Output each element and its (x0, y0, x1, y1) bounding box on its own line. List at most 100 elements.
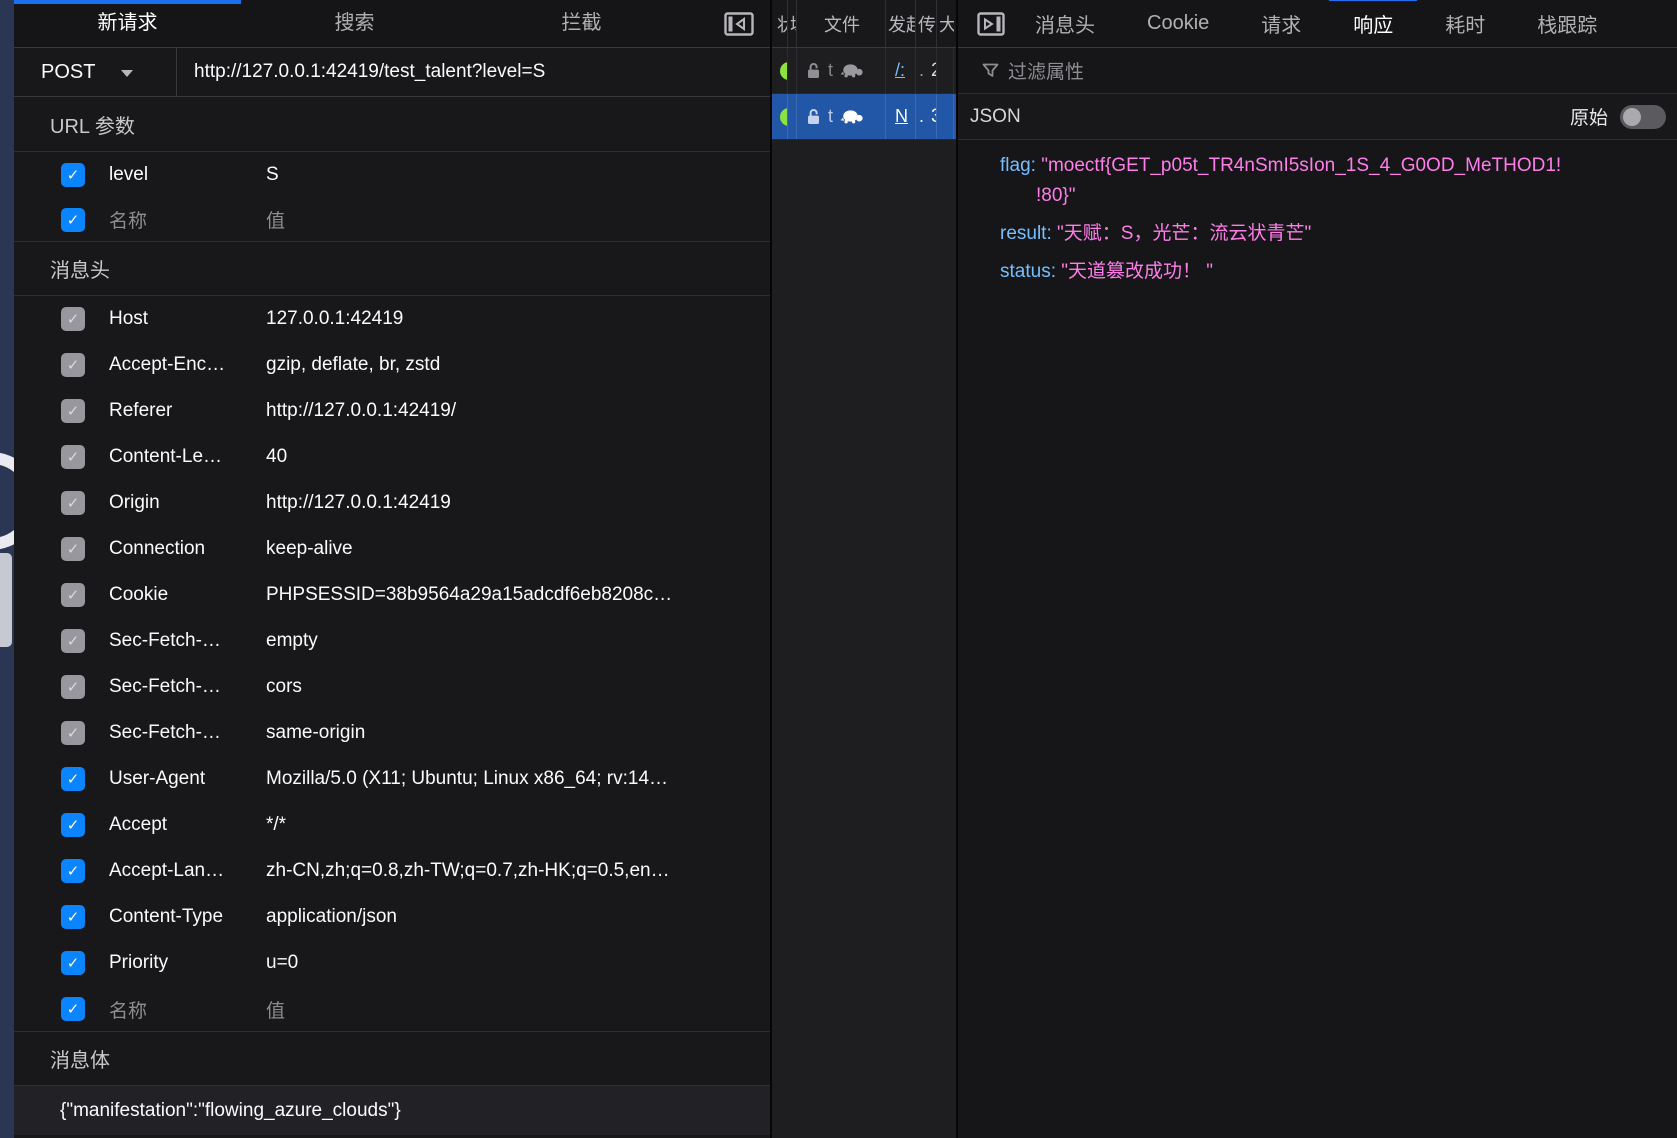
file-link[interactable]: N (886, 106, 908, 127)
checkbox-blue[interactable]: ✓ (61, 813, 85, 837)
tab-left-2[interactable]: 拦截 (468, 0, 695, 47)
checkbox-gray[interactable]: ✓ (61, 307, 85, 331)
checkbox-gray[interactable]: ✓ (61, 537, 85, 561)
header-row-13[interactable]: ✓Content-Typeapplication/json (14, 894, 770, 940)
method-cell (788, 48, 797, 93)
file-link[interactable]: /: (886, 60, 905, 81)
header-row-11[interactable]: ✓Accept*/* (14, 802, 770, 848)
method-label: POST (41, 61, 95, 84)
tab-response-2[interactable]: 请求 (1261, 9, 1301, 38)
tab-left-0[interactable]: 新请求 (14, 0, 241, 47)
header-value: gzip, deflate, br, zstd (266, 354, 440, 376)
collapse-panel-icon[interactable] (724, 12, 754, 36)
header-row-10[interactable]: ✓User-AgentMozilla/5.0 (X11; Ubuntu; Lin… (14, 756, 770, 802)
json-properties: flag: "moectf{GET_p05t_TR4nSmI5sIon_1S_4… (958, 140, 1677, 287)
network-rows: t/:.2tN.3 (772, 48, 956, 140)
json-property-flag[interactable]: flag: "moectf{GET_p05t_TR4nSmI5sIon_1S_4… (1000, 151, 1659, 211)
network-col-header-2[interactable]: 文件 (797, 0, 886, 47)
network-col-header-1[interactable]: 域名 (788, 0, 797, 47)
checkbox-blue[interactable]: ✓ (61, 859, 85, 883)
header-row-1[interactable]: ✓ Accept-Enc…gzip, deflate, br, zstd (14, 342, 770, 388)
header-row-0[interactable]: ✓Host127.0.0.1:42419 (14, 296, 770, 342)
filter-row[interactable]: 过滤属性 (958, 48, 1677, 94)
header-row-5[interactable]: ✓Connectionkeep-alive (14, 526, 770, 572)
checkbox-gray[interactable]: ✓ (61, 583, 85, 607)
method-select[interactable]: POST (14, 48, 177, 96)
header-name: Sec-Fetch-… (109, 676, 266, 698)
url-params-list: ✓levelS✓名称值 (14, 152, 770, 242)
network-column-headers[interactable]: 状态域名文件发起者传输大小 (772, 0, 956, 48)
json-section-header[interactable]: JSON 原始 (958, 94, 1677, 140)
checkbox-gray[interactable]: ✓ (61, 445, 85, 469)
header-row-3[interactable]: ✓Content-Le…40 (14, 434, 770, 480)
checkbox-blue[interactable]: ✓ (61, 905, 85, 929)
network-col-header-4[interactable]: 传输 (916, 0, 937, 47)
json-string-value: "天赋：S，光芒：流云状青芒" (1057, 223, 1311, 244)
header-row-9[interactable]: ✓Sec-Fetch-…same-origin (14, 710, 770, 756)
background-circle-shape (0, 452, 14, 550)
network-col-header-5[interactable]: 大小 (937, 0, 954, 47)
checkbox-blue[interactable]: ✓ (61, 767, 85, 791)
header-value: zh-CN,zh;q=0.8,zh-TW;q=0.7,zh-HK;q=0.5,e… (266, 860, 670, 882)
checkbox-blue[interactable]: ✓ (61, 208, 85, 232)
header-value: 127.0.0.1:42419 (266, 308, 403, 330)
header-value: u=0 (266, 952, 298, 974)
tab-response-1[interactable]: Cookie (1147, 12, 1209, 35)
header-row-2[interactable]: ✓Refererhttp://127.0.0.1:42419/ (14, 388, 770, 434)
network-col-header-3[interactable]: 发起者 (886, 0, 916, 47)
json-property-status[interactable]: status: "天道篡改成功！ " (1000, 257, 1659, 287)
checkbox-gray[interactable]: ✓ (61, 629, 85, 653)
checkbox-gray[interactable]: ✓ (61, 353, 85, 377)
header-name: User-Agent (109, 768, 266, 790)
header-name: Connection (109, 538, 266, 560)
json-section-label: JSON (970, 106, 1021, 128)
header-row-4[interactable]: ✓Originhttp://127.0.0.1:42419 (14, 480, 770, 526)
header-row-7[interactable]: ✓Sec-Fetch-…empty (14, 618, 770, 664)
checkbox-gray[interactable]: ✓ (61, 675, 85, 699)
checkbox-blue[interactable]: ✓ (61, 163, 85, 187)
header-row-6[interactable]: ✓CookiePHPSESSID=38b9564a29a15adcdf6eb82… (14, 572, 770, 618)
header-row-15[interactable]: ✓名称值 (14, 986, 770, 1032)
network-request-row-1[interactable]: tN.3 (772, 94, 956, 140)
section-url-params-label: URL 参数 (50, 110, 135, 139)
checkbox-gray[interactable]: ✓ (61, 491, 85, 515)
initiator-cell: N (886, 94, 916, 139)
turtle-slow-icon (840, 109, 864, 125)
header-row-14[interactable]: ✓ Priorityu=0 (14, 940, 770, 986)
url-param-name: level (109, 164, 266, 186)
lock-open-icon (806, 62, 821, 79)
request-body-input[interactable]: {"manifestation":"flowing_azure_clouds"} (14, 1086, 770, 1135)
header-value: http://127.0.0.1:42419 (266, 492, 451, 514)
domain-text: t (828, 60, 833, 81)
json-key: result: (1000, 223, 1057, 244)
checkbox-gray[interactable]: ✓ (61, 721, 85, 745)
header-value: */* (266, 814, 286, 836)
network-request-row-0[interactable]: t/:.2 (772, 48, 956, 94)
tab-left-1[interactable]: 搜索 (241, 0, 468, 47)
section-headers: 消息头 (14, 241, 770, 296)
tab-response-3[interactable]: 响应 (1353, 9, 1393, 38)
json-property-result[interactable]: result: "天赋：S，光芒：流云状青芒" (1000, 219, 1659, 249)
method-cell (788, 94, 797, 139)
tab-response-0[interactable]: 消息头 (1035, 9, 1095, 38)
url-param-row-0[interactable]: ✓levelS (14, 152, 770, 197)
initiator-cell: /: (886, 48, 916, 93)
header-row-12[interactable]: ✓Accept-Lan…zh-CN,zh;q=0.8,zh-TW;q=0.7,z… (14, 848, 770, 894)
header-row-8[interactable]: ✓Sec-Fetch-…cors (14, 664, 770, 710)
checkbox-blue[interactable]: ✓ (61, 951, 85, 975)
dock-split-icon[interactable] (977, 12, 1005, 36)
network-col-header-0[interactable]: 状态 (775, 0, 788, 47)
tab-response-4[interactable]: 耗时 (1445, 9, 1485, 38)
filter-properties-input[interactable]: 过滤属性 (1008, 57, 1084, 84)
tab-response-5[interactable]: 栈跟踪 (1537, 9, 1597, 38)
checkbox-gray[interactable]: ✓ (61, 399, 85, 423)
request-url-row: POST http://127.0.0.1:42419/test_talent?… (14, 48, 770, 97)
header-name: Accept-Enc… (109, 354, 266, 376)
file-cell: t (797, 94, 886, 139)
raw-toggle-switch[interactable] (1620, 105, 1666, 129)
json-key: status: (1000, 261, 1061, 282)
url-param-row-1[interactable]: ✓名称值 (14, 197, 770, 242)
url-input[interactable]: http://127.0.0.1:42419/test_talent?level… (194, 61, 545, 83)
header-name: Priority (109, 952, 266, 974)
checkbox-blue[interactable]: ✓ (61, 997, 85, 1021)
